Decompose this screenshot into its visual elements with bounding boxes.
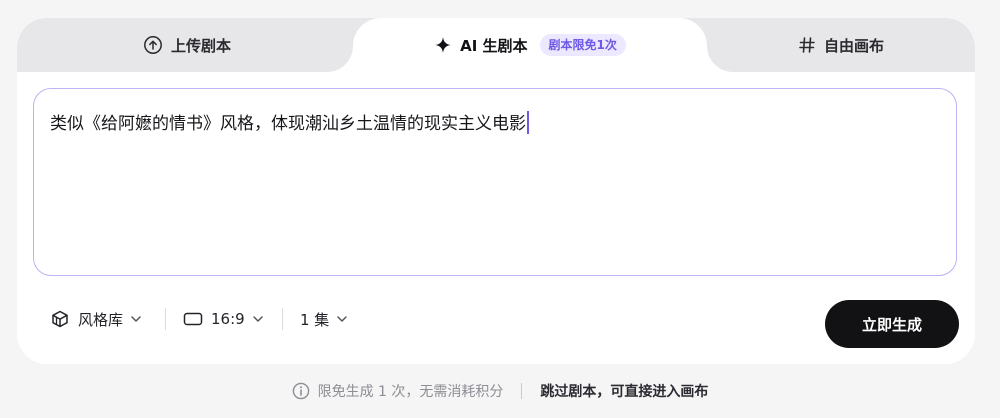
chevron-down-icon <box>252 313 264 325</box>
style-library-label: 风格库 <box>78 310 124 329</box>
aspect-ratio-label: 16:9 <box>211 310 245 328</box>
tab-ai-script[interactable]: AI 生剧本 剧本限免1次 <box>353 18 707 72</box>
tab-upload-label: 上传剧本 <box>170 36 231 55</box>
free-generation-note: 限免生成 1 次，无需消耗积分 <box>292 381 504 401</box>
ai-script-panel: 类似《给阿嬷的情书》风格，体现潮汕乡土温情的现实主义电影 风格库 16:9 1 … <box>17 72 975 364</box>
sparkle-icon <box>434 36 452 54</box>
tab-free-canvas[interactable]: 自由画布 <box>707 18 975 72</box>
tab-free-label: 自由画布 <box>823 36 884 55</box>
info-icon <box>292 382 310 400</box>
tab-ai-label: AI 生剧本 <box>460 36 528 55</box>
footer-divider <box>521 383 523 399</box>
text-caret <box>527 111 529 134</box>
hash-icon <box>798 36 816 54</box>
prompt-text: 类似《给阿嬷的情书》风格，体现潮汕乡土温情的现实主义电影 <box>50 114 526 134</box>
episode-count-label: 1 集 <box>300 310 330 329</box>
skip-script-link[interactable]: 跳过剧本，可直接进入画布 <box>540 381 708 401</box>
prompt-input[interactable]: 类似《给阿嬷的情书》风格，体现潮汕乡土温情的现实主义电影 <box>33 88 957 276</box>
rectangle-icon <box>183 311 203 327</box>
tab-upload-script[interactable]: 上传剧本 <box>17 18 357 72</box>
free-generation-text: 限免生成 1 次，无需消耗积分 <box>317 384 504 400</box>
upload-circle-icon <box>143 35 163 55</box>
aspect-ratio-dropdown[interactable]: 16:9 <box>183 304 264 334</box>
script-creation-card: 上传剧本 AI 生剧本 剧本限免1次 自由画布 类似《给阿嬷的情书》风格，体现潮… <box>17 18 975 364</box>
chevron-down-icon <box>130 313 142 325</box>
style-library-dropdown[interactable]: 风格库 <box>50 304 142 334</box>
toolbar-divider <box>282 308 283 330</box>
toolbar-divider <box>165 308 166 330</box>
episode-count-dropdown[interactable]: 1 集 <box>300 304 348 334</box>
free-trial-badge: 剧本限免1次 <box>539 34 626 56</box>
mode-tabs: 上传剧本 AI 生剧本 剧本限免1次 自由画布 <box>17 18 975 72</box>
style-library-icon <box>50 309 70 329</box>
generate-now-button[interactable]: 立即生成 <box>825 300 959 348</box>
chevron-down-icon <box>336 313 348 325</box>
footer-bar: 限免生成 1 次，无需消耗积分 跳过剧本，可直接进入画布 <box>0 376 1000 406</box>
